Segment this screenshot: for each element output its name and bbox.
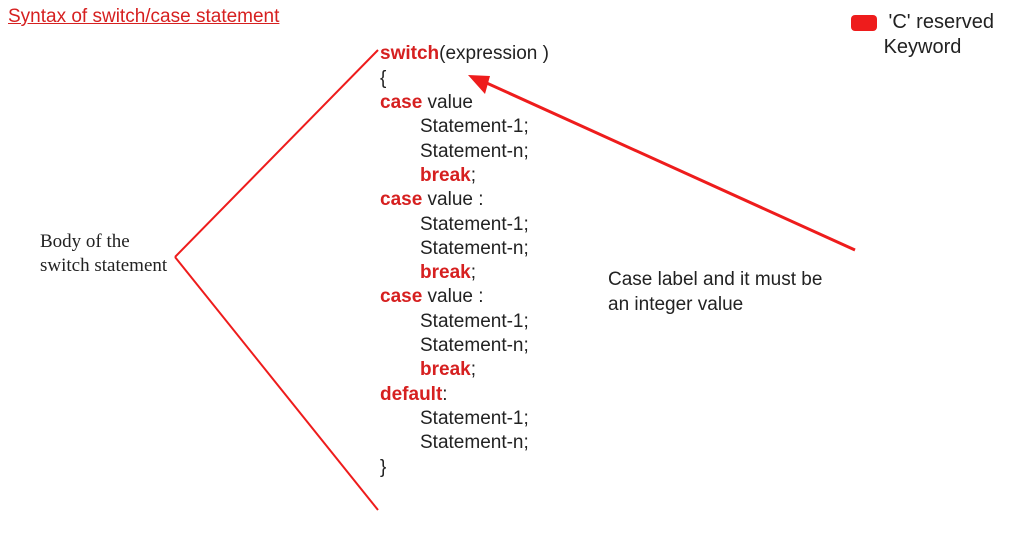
stmt-2b: Statement-n; <box>420 238 529 259</box>
page-title: Syntax of switch/case statement <box>8 6 279 28</box>
stmt-da: Statement-1; <box>420 408 529 429</box>
case-value-3: value : <box>422 286 483 307</box>
default-colon: : <box>442 384 447 405</box>
code-block: switch(expression ) { case value Stateme… <box>380 18 549 480</box>
stmt-3a: Statement-1; <box>420 311 529 332</box>
case-annotation-label: Case label and it must be an integer val… <box>608 268 822 317</box>
code-expression: (expression ) <box>439 43 549 64</box>
stmt-db: Statement-n; <box>420 432 529 453</box>
kw-switch: switch <box>380 43 439 64</box>
bracket-line-bottom <box>175 257 378 510</box>
body-annotation-line1: Body of the <box>40 231 130 252</box>
legend: 'C' reserved Keyword <box>851 10 994 60</box>
semi-1: ; <box>471 165 476 186</box>
stmt-3b: Statement-n; <box>420 335 529 356</box>
brace-close: } <box>380 457 386 478</box>
kw-default: default <box>380 384 442 405</box>
stmt-1b: Statement-n; <box>420 141 529 162</box>
legend-line2: Keyword <box>884 36 962 58</box>
semi-2: ; <box>471 262 476 283</box>
kw-case-3: case <box>380 286 422 307</box>
case-value-2: value : <box>422 189 483 210</box>
body-annotation-label: Body of the switch statement <box>40 230 167 278</box>
kw-break-3: break <box>420 359 471 380</box>
kw-case-2: case <box>380 189 422 210</box>
semi-3: ; <box>471 359 476 380</box>
stmt-2a: Statement-1; <box>420 214 529 235</box>
brace-open: { <box>380 68 386 89</box>
case-value-1: value <box>422 92 473 113</box>
kw-case-1: case <box>380 92 422 113</box>
legend-swatch-icon <box>851 15 877 31</box>
legend-line1: 'C' reserved <box>889 11 994 33</box>
body-annotation-line2: switch statement <box>40 255 167 276</box>
case-annotation-line1: Case label and it must be <box>608 269 822 290</box>
kw-break-2: break <box>420 262 471 283</box>
bracket-line-top <box>175 50 378 257</box>
kw-break-1: break <box>420 165 471 186</box>
stmt-1a: Statement-1; <box>420 116 529 137</box>
case-annotation-line2: an integer value <box>608 294 743 315</box>
